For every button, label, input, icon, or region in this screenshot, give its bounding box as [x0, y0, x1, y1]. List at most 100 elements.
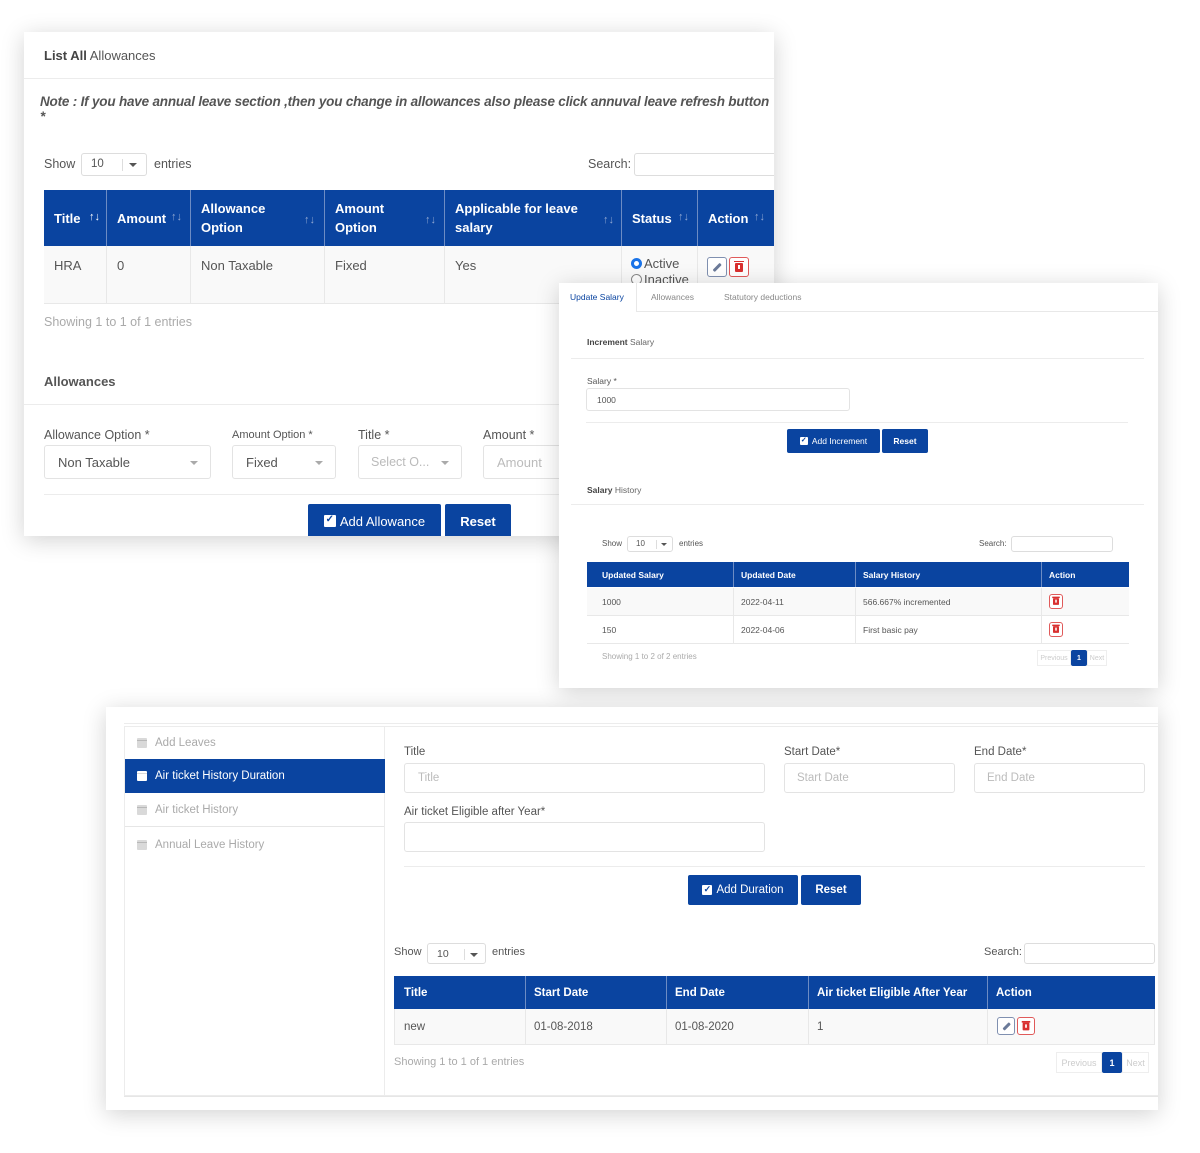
table-row: new 01-08-2018 01-08-2020 1 [394, 1009, 1155, 1045]
calendar-icon [137, 804, 147, 815]
title-input[interactable]: Title [404, 763, 765, 793]
col-action[interactable]: Action [988, 976, 1155, 1009]
add-duration-button[interactable]: ✓ Add Duration [688, 875, 798, 905]
delete-button[interactable] [1017, 1017, 1035, 1035]
airticket-card: Add Leaves Air ticket History Duration A… [106, 707, 1158, 1110]
cell-end-date: 01-08-2020 [667, 1009, 809, 1044]
header-bold: List All [44, 48, 87, 63]
col-title[interactable]: Title [394, 976, 526, 1009]
delete-button[interactable] [1049, 594, 1063, 609]
cell-date: 2022-04-11 [734, 588, 856, 615]
calendar-icon [137, 738, 147, 748]
sort-icon: ↑↓ [304, 214, 315, 226]
amount-option-select[interactable]: Fixed [232, 445, 336, 479]
calendar-icon [137, 840, 147, 850]
table-info: Showing 1 to 2 of 2 entries [602, 652, 697, 661]
tab-statutory-deductions[interactable]: Statutory deductions [724, 292, 802, 302]
check-square-icon: ✓ [323, 514, 336, 527]
edit-button[interactable] [997, 1017, 1015, 1035]
title-label: Title [404, 746, 426, 758]
col-start-date[interactable]: Start Date [526, 976, 667, 1009]
eligible-input[interactable] [404, 822, 765, 852]
reset-button[interactable]: Reset [801, 875, 861, 905]
note-text: Note : If you have annual leave section … [40, 94, 770, 124]
col-updated-date[interactable]: Updated Date [734, 562, 856, 587]
search-input[interactable] [634, 153, 774, 176]
page-1-button[interactable]: 1 [1102, 1052, 1122, 1073]
increment-header: Increment Salary [587, 337, 655, 347]
col-action[interactable]: Action ↑↓ [698, 190, 774, 246]
length-select[interactable]: 10 [627, 536, 673, 552]
sidebar-item-add-leaves[interactable]: Add Leaves [125, 727, 384, 759]
length-label-post: entries [154, 157, 192, 171]
page-1-button[interactable]: 1 [1071, 650, 1087, 666]
length-label-pre: Show [602, 539, 623, 548]
tab-update-salary[interactable]: Update Salary [559, 283, 637, 312]
next-button[interactable]: Next [1087, 650, 1107, 666]
col-title[interactable]: Title ↑↓ [44, 190, 107, 246]
cell-allowance-option: Non Taxable [191, 246, 325, 304]
divider [571, 504, 1144, 505]
chevron-down-icon [190, 461, 198, 465]
salary-input[interactable]: 1000 [586, 388, 850, 411]
reset-button[interactable]: Reset [445, 504, 511, 536]
length-select[interactable]: 10 [81, 153, 147, 176]
allowance-option-select[interactable]: Non Taxable [44, 445, 211, 479]
col-leave-salary[interactable]: Applicable for leave salary ↑↓ [445, 190, 622, 246]
col-status[interactable]: Status ↑↓ [622, 190, 698, 246]
divider-bar [122, 159, 123, 171]
length-label-pre: Show [394, 946, 422, 958]
search-input[interactable] [1011, 536, 1113, 552]
delete-button[interactable] [729, 257, 749, 277]
end-date-input[interactable]: End Date [974, 763, 1145, 793]
col-allowance-option[interactable]: Allowance Option ↑↓ [191, 190, 325, 246]
col-amount-option[interactable]: Amount Option ↑↓ [325, 190, 445, 246]
col-salary-history[interactable]: Salary History [856, 562, 1042, 587]
prev-button[interactable]: Previous [1037, 650, 1071, 666]
radio-checked [631, 258, 642, 269]
add-allowance-button[interactable]: ✓ Add Allowance [308, 504, 441, 536]
col-end-date[interactable]: End Date [667, 976, 809, 1009]
col-action[interactable]: Action [1042, 562, 1129, 587]
sort-asc-icon: ↑↓ [89, 211, 100, 223]
eligible-label: Air ticket Eligible after Year* [404, 806, 546, 818]
length-select[interactable]: 10 [427, 943, 486, 964]
form-title: Allowances [44, 374, 116, 389]
start-date-input[interactable]: Start Date [784, 763, 955, 793]
divider [124, 723, 1158, 724]
sort-icon: ↑↓ [754, 211, 765, 223]
search-input[interactable] [1024, 943, 1155, 964]
tab-allowances[interactable]: Allowances [651, 292, 694, 302]
chevron-down-icon [441, 461, 449, 465]
divider-bar [464, 949, 465, 960]
pencil-icon [712, 262, 722, 272]
chevron-down-icon [470, 953, 478, 957]
sort-icon: ↑↓ [425, 214, 436, 226]
sort-icon: ↑↓ [678, 211, 689, 223]
edit-button[interactable] [707, 257, 727, 277]
delete-button[interactable] [1049, 622, 1063, 637]
prev-button[interactable]: Previous [1056, 1052, 1102, 1073]
title-select[interactable]: Select O... [358, 445, 462, 479]
col-updated-salary[interactable]: Updated Salary [587, 562, 734, 587]
sidebar-item-annual-leave-history[interactable]: Annual Leave History [125, 828, 384, 862]
sidebar-item-air-ticket-history-duration[interactable]: Air ticket History Duration [125, 759, 385, 793]
reset-button[interactable]: Reset [882, 429, 928, 453]
length-label-post: entries [492, 946, 526, 958]
add-increment-button[interactable]: ✓ Add Increment [787, 429, 880, 453]
status-radio-active[interactable]: Active [631, 256, 679, 271]
next-button[interactable]: Next [1122, 1052, 1149, 1073]
trash-icon [734, 260, 744, 272]
length-label-pre: Show [44, 157, 76, 171]
divider [24, 78, 774, 79]
chevron-down-icon [129, 163, 137, 167]
col-eligible[interactable]: Air ticket Eligible After Year [809, 976, 988, 1009]
divider-bar [656, 540, 657, 549]
salary-card: Update Salary Allowances Statutory deduc… [559, 283, 1158, 688]
length-label-post: entries [679, 539, 704, 548]
trash-icon [1021, 1020, 1031, 1030]
col-amount[interactable]: Amount ↑↓ [107, 190, 191, 246]
cell-title: new [395, 1009, 526, 1044]
start-date-label: Start Date* [784, 746, 841, 758]
sidebar-item-air-ticket-history[interactable]: Air ticket History [125, 793, 384, 827]
